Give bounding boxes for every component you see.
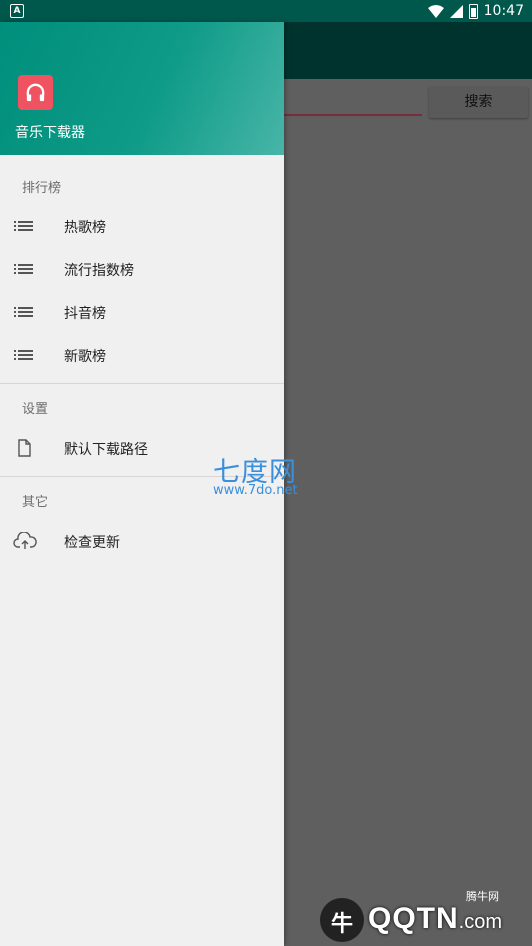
- menu-item-label: 流行指数榜: [64, 263, 134, 279]
- list-icon: [14, 221, 33, 231]
- signal-icon: [449, 4, 463, 18]
- drawer-header: 音乐下载器: [0, 22, 284, 155]
- menu-item-label: 抖音榜: [64, 306, 106, 322]
- list-icon: [14, 264, 33, 274]
- section-title-other: 其它: [22, 495, 49, 510]
- brand-logo: 牛 QQTN.com 腾牛网: [320, 890, 528, 942]
- cloud-upload-icon: [13, 532, 37, 549]
- clock: 10:47: [483, 3, 524, 19]
- menu-item-label: 新歌榜: [64, 349, 106, 365]
- menu-item-check-update[interactable]: 检查更新: [0, 520, 284, 563]
- app-name: 音乐下载器: [15, 125, 85, 141]
- watermark-url: www.7do.net: [213, 483, 298, 498]
- section-title-settings: 设置: [22, 402, 49, 417]
- menu-item-popular-index[interactable]: 流行指数榜: [0, 248, 284, 291]
- battery-icon: [468, 3, 478, 19]
- list-icon: [14, 350, 33, 360]
- brand-text: QQTN.com: [368, 902, 503, 935]
- notification-icon: A: [10, 4, 24, 18]
- list-icon: [14, 307, 33, 317]
- section-title-charts: 排行榜: [22, 181, 62, 196]
- menu-item-hot-songs[interactable]: 热歌榜: [0, 205, 284, 248]
- status-icons: 10:47: [427, 2, 524, 20]
- status-bar: A 10:47: [0, 0, 532, 22]
- menu-item-new-songs[interactable]: 新歌榜: [0, 334, 284, 377]
- menu-item-label: 默认下载路径: [64, 442, 148, 458]
- headphones-icon: [18, 75, 53, 110]
- background-search-input: [284, 114, 422, 116]
- brand-small: 腾牛网: [466, 890, 499, 903]
- divider: [0, 383, 284, 384]
- wifi-icon: [427, 4, 444, 18]
- file-icon: [18, 439, 31, 457]
- brand-circle-icon: 牛: [320, 898, 364, 942]
- menu-item-label: 检查更新: [64, 535, 120, 551]
- menu-item-douyin[interactable]: 抖音榜: [0, 291, 284, 334]
- search-button[interactable]: 搜索: [429, 87, 528, 118]
- menu-item-label: 热歌榜: [64, 220, 106, 236]
